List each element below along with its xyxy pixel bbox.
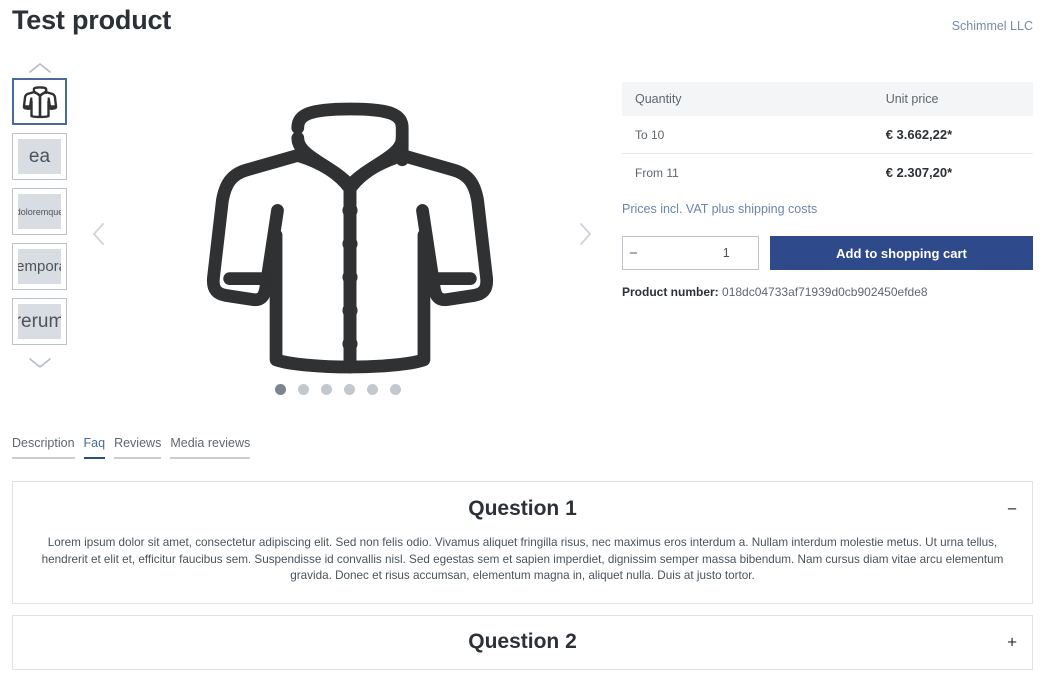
carousel-dot-4[interactable]: [367, 384, 378, 395]
add-to-cart-button[interactable]: Add to shopping cart: [770, 236, 1033, 270]
chevron-left-icon[interactable]: [87, 221, 109, 247]
thumbnail-4[interactable]: rerum: [12, 298, 67, 345]
chevron-up-icon[interactable]: [12, 58, 68, 78]
thumbnail-label: tempora: [18, 249, 61, 284]
accordion-title: Question 2: [468, 630, 577, 653]
tab-reviews[interactable]: Reviews: [114, 436, 162, 459]
accordion-item-question-2: Question 2 +: [12, 614, 1033, 670]
carousel-dots: [275, 384, 415, 395]
tab-faq[interactable]: Faq: [83, 436, 106, 459]
accordion-body-question-1: Lorem ipsum dolor sit amet, consectetur …: [41, 536, 1004, 582]
tab-description[interactable]: Description: [12, 436, 75, 459]
quantity-stepper: − +: [622, 236, 824, 270]
manufacturer-link[interactable]: Schimmel LLC: [952, 19, 1033, 33]
accordion-item-question-1: Question 1 − Lorem ipsum dolor sit amet,…: [12, 481, 1033, 604]
price-table: Quantity Unit price To 10 € 3.662,22* Fr…: [622, 82, 1033, 191]
carousel-dot-5[interactable]: [390, 384, 401, 395]
vat-shipping-link[interactable]: Prices incl. VAT plus shipping costs: [622, 202, 817, 216]
purchase-row: − + Add to shopping cart: [622, 236, 1033, 270]
column-header-unit-price: Unit price: [700, 82, 1033, 116]
table-header-row: Quantity Unit price: [622, 82, 1033, 116]
chevron-right-icon[interactable]: [574, 221, 596, 247]
product-detail-page: Test product Schimmel LLC ea doloremque …: [0, 0, 1045, 696]
gallery-stage: [85, 58, 595, 398]
carousel-dot-1[interactable]: [298, 384, 309, 395]
thumbnail-0[interactable]: [12, 78, 67, 125]
main-product-image[interactable]: [205, 83, 495, 393]
thumbnail-label: rerum: [18, 304, 61, 339]
faq-accordion: Question 1 − Lorem ipsum dolor sit amet,…: [12, 481, 1033, 681]
accordion-title: Question 1: [468, 496, 577, 520]
chevron-down-icon[interactable]: [12, 353, 68, 373]
buy-box: Quantity Unit price To 10 € 3.662,22* Fr…: [622, 82, 1033, 299]
carousel-dot-3[interactable]: [344, 384, 355, 395]
thumbnail-2[interactable]: doloremque: [12, 188, 67, 235]
column-header-quantity: Quantity: [622, 82, 701, 116]
cell-unit-price: € 2.307,20*: [885, 165, 953, 180]
product-number-label: Product number:: [622, 285, 719, 299]
thumbnail-3[interactable]: tempora: [12, 243, 67, 290]
minus-icon[interactable]: −: [1007, 500, 1017, 517]
quantity-decrease-button[interactable]: −: [623, 237, 644, 269]
carousel-dot-2[interactable]: [321, 384, 332, 395]
plus-icon[interactable]: +: [1007, 634, 1017, 651]
tab-media-reviews[interactable]: Media reviews: [170, 436, 251, 459]
table-row: From 11 € 2.307,20*: [622, 154, 1033, 192]
jacket-icon: [206, 102, 494, 374]
thumbnail-label: ea: [18, 139, 61, 174]
cell-quantity: From 11: [635, 165, 679, 180]
page-title: Test product: [12, 5, 172, 35]
thumbnail-label: doloremque: [18, 194, 61, 229]
carousel-dot-0[interactable]: [275, 384, 286, 395]
accordion-header-question-1[interactable]: Question 1 −: [13, 482, 1032, 535]
content-tabs: Description Faq Reviews Media reviews: [12, 436, 251, 459]
cell-unit-price: € 3.662,22*: [700, 116, 1033, 154]
accordion-header-question-2[interactable]: Question 2 +: [13, 616, 1032, 669]
product-number: Product number: 018dc04733af71939d0cb902…: [622, 285, 1033, 299]
thumbnail-column: ea doloremque tempora rerum: [12, 58, 68, 373]
jacket-icon: [22, 85, 57, 118]
product-number-value: 018dc04733af71939d0cb902450efde8: [722, 285, 928, 299]
cell-quantity: To 10: [622, 116, 701, 154]
product-gallery: ea doloremque tempora rerum: [0, 58, 610, 398]
thumbnail-1[interactable]: ea: [12, 133, 67, 180]
table-row: To 10 € 3.662,22*: [622, 116, 1033, 154]
